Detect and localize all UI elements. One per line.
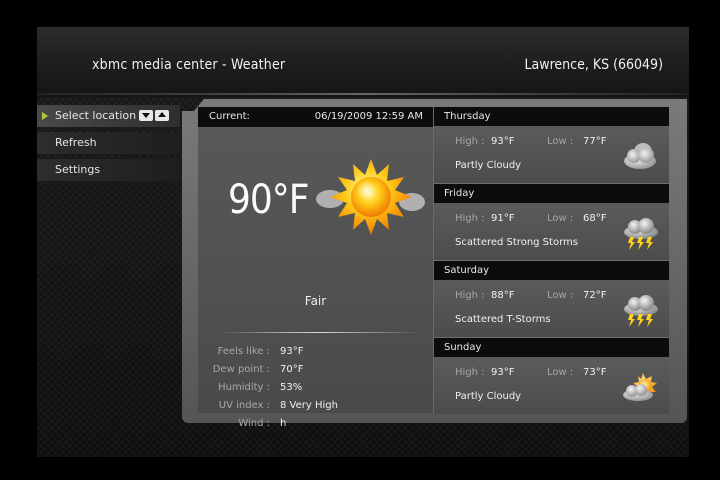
header-bar: xbmc media center - Weather Lawrence, KS… [37,27,689,97]
high-label: High : [455,290,485,301]
detail-label: Dew point : [212,364,270,375]
forecast-body: High : 88°F Low : 72°F Scattered T-Storm… [434,280,669,337]
forecast-body: High : 93°F Low : 77°F Partly Cloudy [434,126,669,183]
spin-down-button[interactable] [139,110,153,121]
detail-row-dew-point: Dew point : 70°F [198,361,433,379]
menu-item-refresh[interactable]: Refresh [37,132,180,154]
detail-value: 53% [280,382,303,393]
low-value: 72°F [583,290,607,301]
detail-value: 8 Very High [280,400,338,411]
thunderstorm-icon [621,294,661,332]
forecast-day-name: Saturday [434,261,669,280]
detail-row-uv-index: UV index : 8 Very High [198,397,433,415]
partly-cloudy-day-icon [621,371,661,407]
detail-label: UV index : [218,400,270,411]
partly-cloudy-night-icon [621,140,661,176]
current-header: Current: 06/19/2009 12:59 AM [198,107,433,127]
forecast-day-name: Sunday [434,338,669,357]
forecast-day-name: Thursday [434,107,669,126]
menu-item-label: Settings [55,163,101,176]
high-value: 93°F [491,367,515,378]
location-title: Lawrence, KS (66049) [524,57,663,73]
current-condition: Fair [304,294,327,308]
forecast-body: High : 91°F Low : 68°F Scattered Strong … [434,203,669,260]
detail-row-feels-like: Feels like : 93°F [198,343,433,361]
low-value: 68°F [583,213,607,224]
forecast-condition: Scattered T-Storms [455,314,551,325]
high-label: High : [455,136,485,147]
high-value: 93°F [491,136,515,147]
low-value: 77°F [583,136,607,147]
low-label: Low : [547,290,574,301]
forecast-day: Saturday High : 88°F Low : 72°F Scattere… [434,261,669,337]
menu-item-label: Refresh [55,136,97,149]
current-datetime: 06/19/2009 12:59 AM [314,111,423,122]
selection-arrow-icon [42,112,48,120]
spin-up-button[interactable] [155,110,169,121]
side-menu: Select location Refresh Settings [37,105,180,186]
forecast-day: Friday High : 91°F Low : 68°F Scattered … [434,184,669,260]
low-label: Low : [547,367,574,378]
high-label: High : [455,367,485,378]
high-value: 88°F [491,290,515,301]
current-details: Feels like : 93°F Dew point : 70°F Humid… [198,343,433,433]
forecast-day: Sunday High : 93°F Low : 73°F Partly Clo… [434,338,669,414]
forecast-condition: Scattered Strong Storms [455,237,578,248]
menu-item-label: Select location [55,109,137,122]
low-value: 73°F [583,367,607,378]
detail-label: Feels like : [217,346,270,357]
high-label: High : [455,213,485,224]
forecast-body: High : 93°F Low : 73°F Partly Cloudy [434,357,669,414]
header-divider [37,93,689,95]
high-value: 91°F [491,213,515,224]
current-label: Current: [209,111,250,122]
detail-row-humidity: Humidity : 53% [198,379,433,397]
low-label: Low : [547,213,574,224]
app-frame: xbmc media center - Weather Lawrence, KS… [37,27,689,457]
forecast-condition: Partly Cloudy [455,391,522,402]
app-title: xbmc media center - Weather [92,57,286,73]
thunderstorm-icon [621,217,661,255]
detail-value: h [280,418,287,429]
forecast-condition: Partly Cloudy [455,160,522,171]
details-divider [216,332,421,333]
detail-value: 70°F [280,364,304,375]
weather-panel: Current: 06/19/2009 12:59 AM 90°F Fair F… [198,107,669,429]
location-spinner [139,110,171,122]
menu-item-select-location[interactable]: Select location [37,105,180,127]
detail-label: Wind : [238,418,270,429]
detail-row-wind: Wind : h [198,415,433,433]
detail-value: 93°F [280,346,304,357]
forecast-day: Thursday High : 93°F Low : 77°F Partly C… [434,107,669,183]
detail-label: Humidity : [218,382,270,393]
sun-icon [316,157,426,241]
menu-item-settings[interactable]: Settings [37,159,180,181]
forecast-day-name: Friday [434,184,669,203]
low-label: Low : [547,136,574,147]
current-temperature: 90°F [228,177,309,223]
